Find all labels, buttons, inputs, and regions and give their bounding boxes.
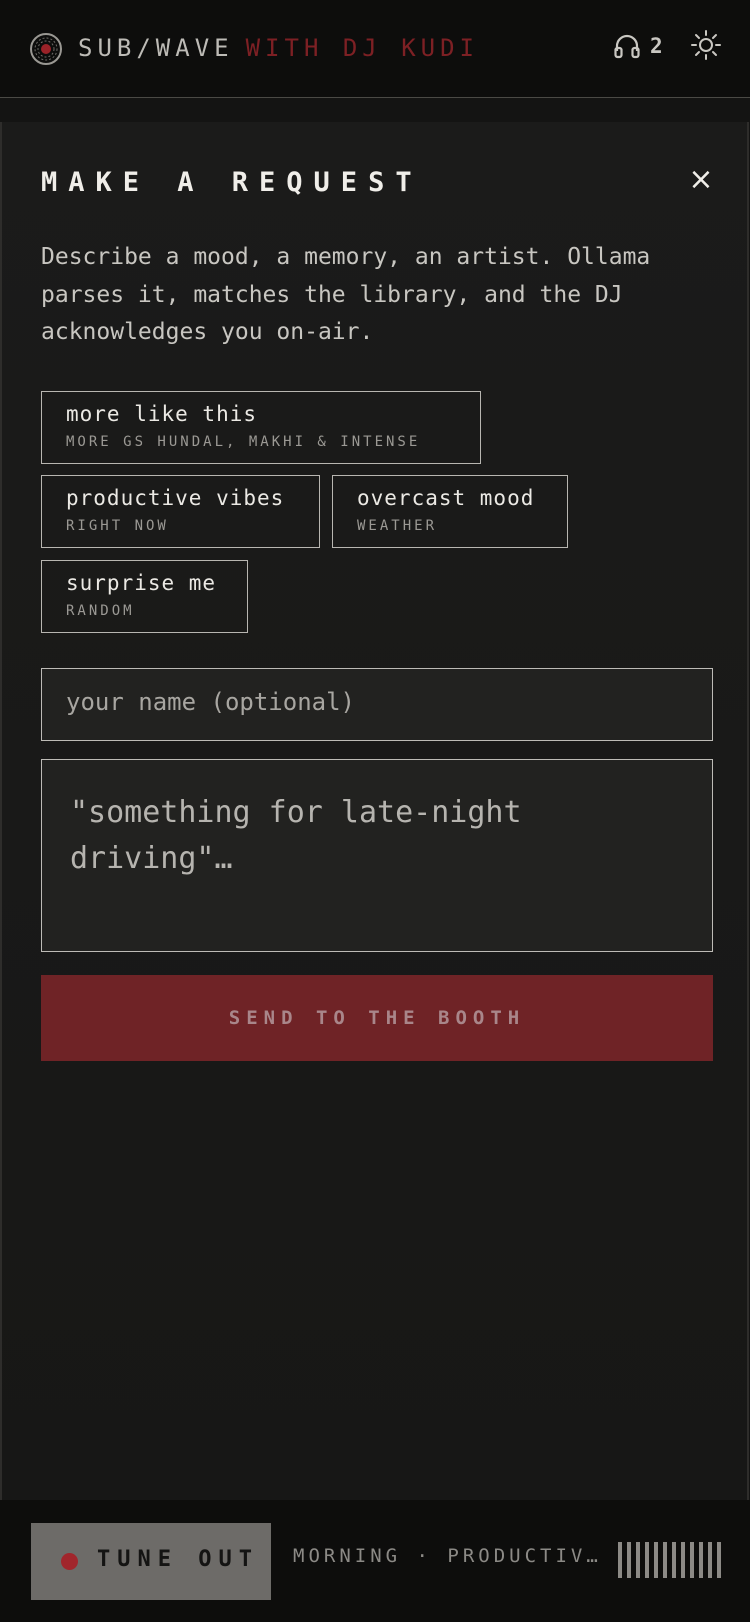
headphones-icon (614, 34, 640, 59)
top-bar: SUB/WAVE WITH DJ KUDI 2 (0, 0, 750, 98)
listener-counter: 2 (612, 28, 663, 64)
suggestion-sub: RIGHT NOW (66, 518, 169, 534)
tune-out-label: TUNE OUT (97, 1547, 259, 1572)
suggestion-sub: WEATHER (357, 518, 438, 534)
suggestion-label: productive vibes (66, 486, 285, 510)
suggestion-label: overcast mood (357, 486, 535, 510)
panel-title: MAKE A REQUEST (41, 167, 423, 198)
suggestion-surprise-me[interactable]: surprise me RANDOM (41, 560, 248, 633)
sun-icon[interactable] (690, 29, 722, 61)
brand-title: SUB/WAVE WITH DJ KUDI (78, 30, 479, 66)
request-panel: MAKE A REQUEST × Describe a mood, a memo… (0, 122, 749, 1500)
suggestion-productive-vibes[interactable]: productive vibes RIGHT NOW (41, 475, 320, 548)
panel-description: Describe a mood, a memory, an artist. Ol… (41, 244, 651, 345)
level-meter-icon (618, 1542, 722, 1578)
listener-count: 2 (650, 34, 663, 58)
live-dot-icon (61, 1553, 78, 1570)
suggestion-label: more like this (66, 402, 258, 426)
name-placeholder: your name (optional) (66, 688, 355, 716)
request-textarea[interactable]: "something for late-night driving"… (41, 759, 713, 952)
suggestion-sub: RANDOM (66, 603, 135, 619)
brand-name: SUB/WAVE (78, 34, 234, 62)
request-placeholder: "something for late-night driving"… (70, 795, 522, 876)
now-playing-text: MORNING · PRODUCTIV… (293, 1545, 602, 1567)
suggestion-sub: MORE GS HUNDAL, MAKHI & INTENSE (66, 434, 421, 450)
vinyl-record-icon (30, 33, 62, 65)
tune-out-button[interactable]: TUNE OUT (31, 1523, 271, 1600)
player-bar: TUNE OUT MORNING · PRODUCTIV… (0, 1500, 750, 1622)
suggestion-label: surprise me (66, 571, 217, 595)
suggestion-more-like-this[interactable]: more like this MORE GS HUNDAL, MAKHI & I… (41, 391, 481, 464)
suggestion-overcast-mood[interactable]: overcast mood WEATHER (332, 475, 568, 548)
name-field[interactable]: your name (optional) (41, 668, 713, 741)
brand-dj: WITH DJ KUDI (245, 34, 479, 62)
send-to-booth-button[interactable]: SEND TO THE BOOTH (41, 975, 713, 1061)
close-icon[interactable]: × (688, 165, 714, 195)
